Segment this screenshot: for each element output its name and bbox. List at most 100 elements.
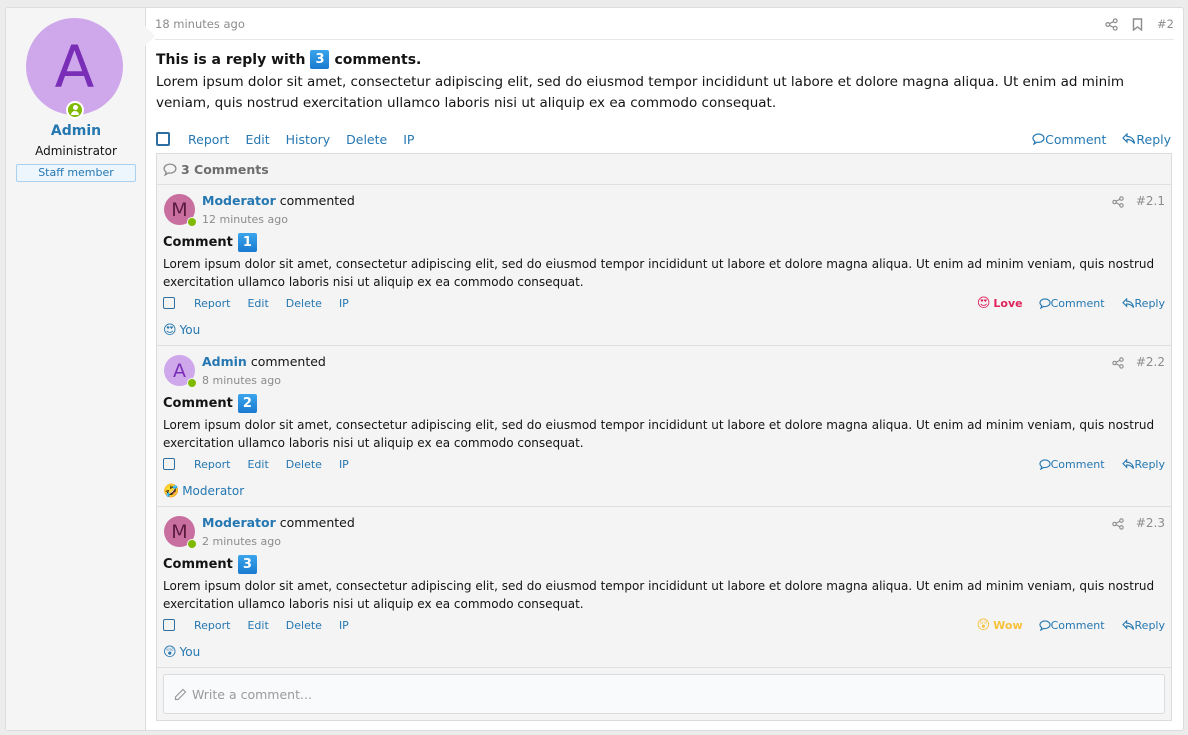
comment-time[interactable]: 2 minutes ago — [202, 535, 281, 548]
comment-icon — [1039, 297, 1051, 309]
comments-section: 3 Comments M Moderator commented 12 minu… — [156, 153, 1172, 721]
report-link[interactable]: Report — [194, 458, 230, 471]
reply-label: Reply — [1134, 618, 1165, 632]
reactions-summary[interactable]: 😲 You — [163, 645, 200, 659]
comment-label: Comment — [1050, 457, 1105, 471]
post-header: 18 minutes ago #2 — [155, 8, 1174, 40]
reply-icon — [1121, 297, 1134, 308]
select-checkbox[interactable] — [156, 132, 170, 146]
online-status-icon — [187, 378, 197, 388]
comment-label: Comment — [1045, 131, 1107, 147]
write-comment-box[interactable] — [163, 674, 1165, 714]
reaction-emoji-icon: 😍 — [976, 295, 991, 311]
reply-icon — [1121, 619, 1134, 630]
comment-author-link[interactable]: Moderator — [202, 515, 276, 530]
select-checkbox[interactable] — [163, 297, 175, 309]
comments-icon — [163, 162, 177, 176]
comment-author-link[interactable]: Admin — [202, 354, 247, 369]
post-number[interactable]: #2 — [1157, 17, 1174, 31]
report-link[interactable]: Report — [194, 297, 230, 310]
commented-text: commented — [279, 515, 355, 530]
commented-text: commented — [279, 193, 355, 208]
comment-item: M Moderator commented 12 minutes ago #2.… — [157, 185, 1171, 346]
write-comment-input[interactable] — [192, 686, 1164, 702]
staff-badge: Staff member — [16, 164, 136, 182]
reaction-emoji-icon: 😲 — [163, 644, 177, 660]
share-icon[interactable] — [1105, 17, 1118, 31]
comment-time[interactable]: 8 minutes ago — [202, 374, 281, 387]
username-link[interactable]: Admin — [6, 123, 146, 139]
reaction-emoji-icon: 😲 — [976, 617, 991, 633]
comments-count: 3 Comments — [181, 161, 269, 177]
comment-button[interactable]: Comment — [1039, 297, 1105, 310]
keycap-number-icon: 2 — [237, 394, 257, 413]
comment-time[interactable]: 12 minutes ago — [202, 213, 288, 226]
reaction-emoji-icon: 🤣 — [163, 483, 180, 499]
edit-link[interactable]: Edit — [245, 132, 269, 147]
my-reaction-button[interactable]: 😲 Wow — [977, 619, 1023, 632]
report-link[interactable]: Report — [188, 132, 229, 147]
ip-link[interactable]: IP — [403, 132, 414, 147]
comment-button[interactable]: Comment — [1039, 458, 1105, 471]
post: A Admin Administrator Staff member 18 mi… — [5, 7, 1184, 731]
comment-body: Lorem ipsum dolor sit amet, consectetur … — [163, 418, 1155, 450]
reply-button[interactable]: Reply — [1122, 132, 1171, 147]
delete-link[interactable]: Delete — [286, 458, 322, 471]
reactions-by: Moderator — [182, 484, 245, 498]
comments-header[interactable]: 3 Comments — [157, 154, 1171, 185]
reaction-emoji-icon: 😍 — [163, 322, 177, 338]
comment-number[interactable]: #2.1 — [1136, 194, 1165, 208]
reply-label: Reply — [1134, 457, 1165, 471]
user-cell: A Admin Administrator Staff member — [6, 8, 155, 730]
reply-button[interactable]: Reply — [1121, 297, 1165, 310]
comment-label: Comment — [1050, 618, 1105, 632]
select-checkbox[interactable] — [163, 619, 175, 631]
online-status-icon — [66, 101, 84, 119]
post-actions: Report Edit History Delete IP Comment Re… — [156, 129, 1171, 149]
comment-title: Comment 1 — [163, 233, 257, 252]
comment-body: Lorem ipsum dolor sit amet, consectetur … — [163, 579, 1155, 611]
share-icon[interactable] — [1112, 194, 1124, 208]
comment-button[interactable]: Comment — [1032, 132, 1106, 147]
reply-button[interactable]: Reply — [1121, 457, 1165, 471]
comment-author-link[interactable]: Moderator — [202, 193, 276, 208]
comment-button[interactable]: Comment — [1039, 619, 1105, 632]
reactions-summary[interactable]: 🤣 Moderator — [163, 484, 244, 498]
ip-link[interactable]: IP — [339, 619, 349, 632]
reactions-by: You — [179, 645, 201, 659]
comment-byline: Moderator commented — [202, 193, 355, 208]
comment-byline: Admin commented — [202, 354, 326, 369]
comment-title: Comment 2 — [163, 394, 257, 413]
comment-actions: Report Edit Delete IP 😲 Wow Comment Repl… — [163, 617, 1165, 633]
reaction-label: Wow — [993, 618, 1023, 632]
reply-icon — [1121, 458, 1134, 469]
bookmark-icon[interactable] — [1132, 17, 1143, 31]
comment-number[interactable]: #2.3 — [1136, 516, 1165, 530]
share-icon[interactable] — [1112, 516, 1124, 530]
keycap-number-icon: 3 — [310, 50, 330, 69]
comment-title-text: Comment — [163, 396, 233, 411]
comment-number[interactable]: #2.2 — [1136, 355, 1165, 369]
reaction-label: Love — [993, 296, 1023, 310]
comment-icon — [1039, 619, 1051, 631]
report-link[interactable]: Report — [194, 619, 230, 632]
ip-link[interactable]: IP — [339, 458, 349, 471]
keycap-number-icon: 3 — [237, 555, 257, 574]
edit-link[interactable]: Edit — [247, 619, 268, 632]
history-link[interactable]: History — [286, 132, 330, 147]
select-checkbox[interactable] — [163, 458, 175, 470]
post-time[interactable]: 18 minutes ago — [155, 17, 245, 31]
ip-link[interactable]: IP — [339, 297, 349, 310]
delete-link[interactable]: Delete — [346, 132, 387, 147]
online-status-icon — [187, 217, 197, 227]
edit-link[interactable]: Edit — [247, 458, 268, 471]
comment-title-text: Comment — [163, 235, 233, 250]
delete-link[interactable]: Delete — [286, 297, 322, 310]
reactions-summary[interactable]: 😍 You — [163, 323, 200, 337]
share-icon[interactable] — [1112, 355, 1124, 369]
edit-link[interactable]: Edit — [247, 297, 268, 310]
my-reaction-button[interactable]: 😍 Love — [977, 297, 1023, 310]
reply-button[interactable]: Reply — [1121, 618, 1165, 632]
keycap-number-icon: 1 — [237, 233, 257, 252]
delete-link[interactable]: Delete — [286, 619, 322, 632]
